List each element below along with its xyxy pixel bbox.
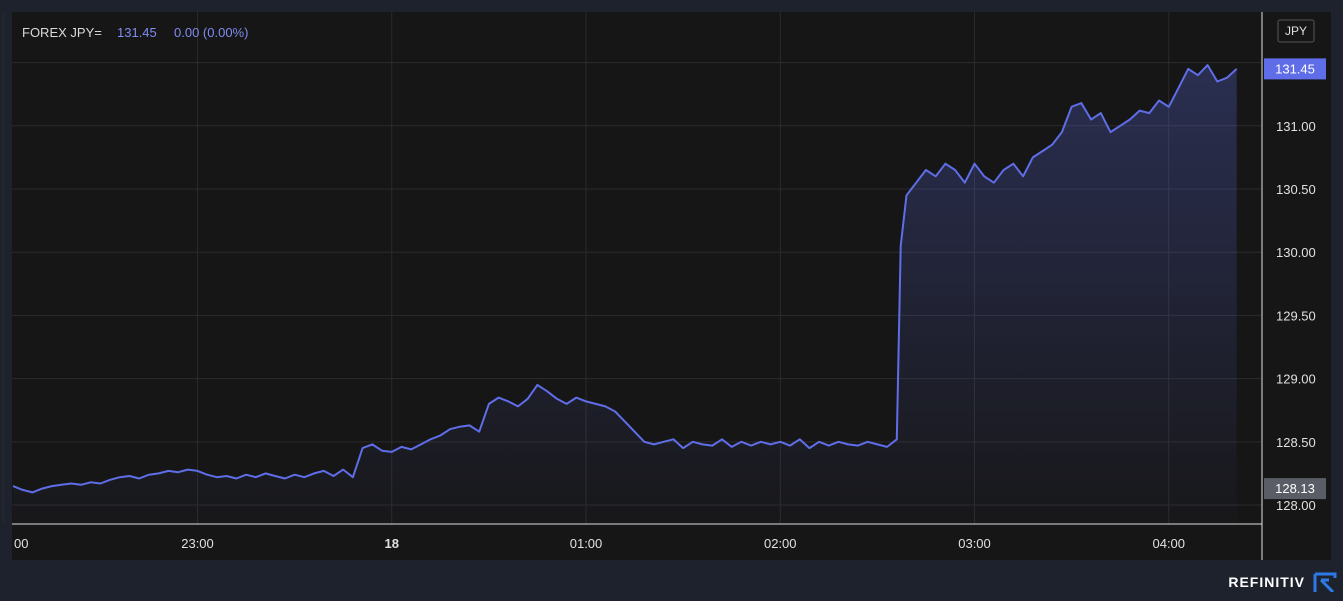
refinitiv-logo-icon	[1313, 572, 1337, 592]
price-tick-label: 129.50	[1276, 308, 1316, 323]
chart-legend: FOREX JPY= 131.45 0.00 (0.00%)	[22, 25, 248, 40]
currency-button[interactable]: JPY	[1277, 19, 1315, 43]
price-label: 131.45	[117, 25, 157, 40]
time-tick-label: 02:00	[764, 536, 797, 551]
time-tick-label: 03:00	[958, 536, 991, 551]
refinitiv-logo[interactable]: REFINITIV	[1228, 572, 1337, 592]
chart-container: 128.00 128.50 129.00 129.50 130.00 130.50 131.…	[0, 0, 1343, 601]
price-tick-label: 130.00	[1276, 245, 1316, 260]
change-label: 0.00 (0.00%)	[174, 25, 248, 40]
reference-price-tag: 128.13	[1264, 478, 1326, 500]
time-tick-label: 00	[14, 536, 28, 551]
price-chart: 128.00 128.50 129.00 129.50 130.00 130.50 131.…	[2, 12, 1331, 560]
price-axis-area	[1262, 12, 1331, 560]
time-tick-label: 18	[385, 536, 399, 551]
time-tick-label: 23:00	[181, 536, 214, 551]
price-tick-label: 128.50	[1276, 435, 1316, 450]
currency-button-label: JPY	[1285, 24, 1307, 38]
time-tick-label: 01:00	[570, 536, 603, 551]
time-tick-label: 04:00	[1152, 536, 1185, 551]
price-tick-label: 128.00	[1276, 498, 1316, 513]
price-tick-label: 129.00	[1276, 372, 1316, 387]
symbol-label: FOREX JPY=	[22, 25, 102, 40]
last-price-tag: 131.45	[1264, 58, 1326, 80]
price-tick-label: 131.00	[1276, 119, 1316, 134]
brand-name: REFINITIV	[1228, 574, 1305, 590]
reference-price-tag-label: 128.13	[1275, 481, 1315, 496]
last-price-tag-label: 131.45	[1275, 61, 1315, 76]
price-tick-label: 130.50	[1276, 182, 1316, 197]
